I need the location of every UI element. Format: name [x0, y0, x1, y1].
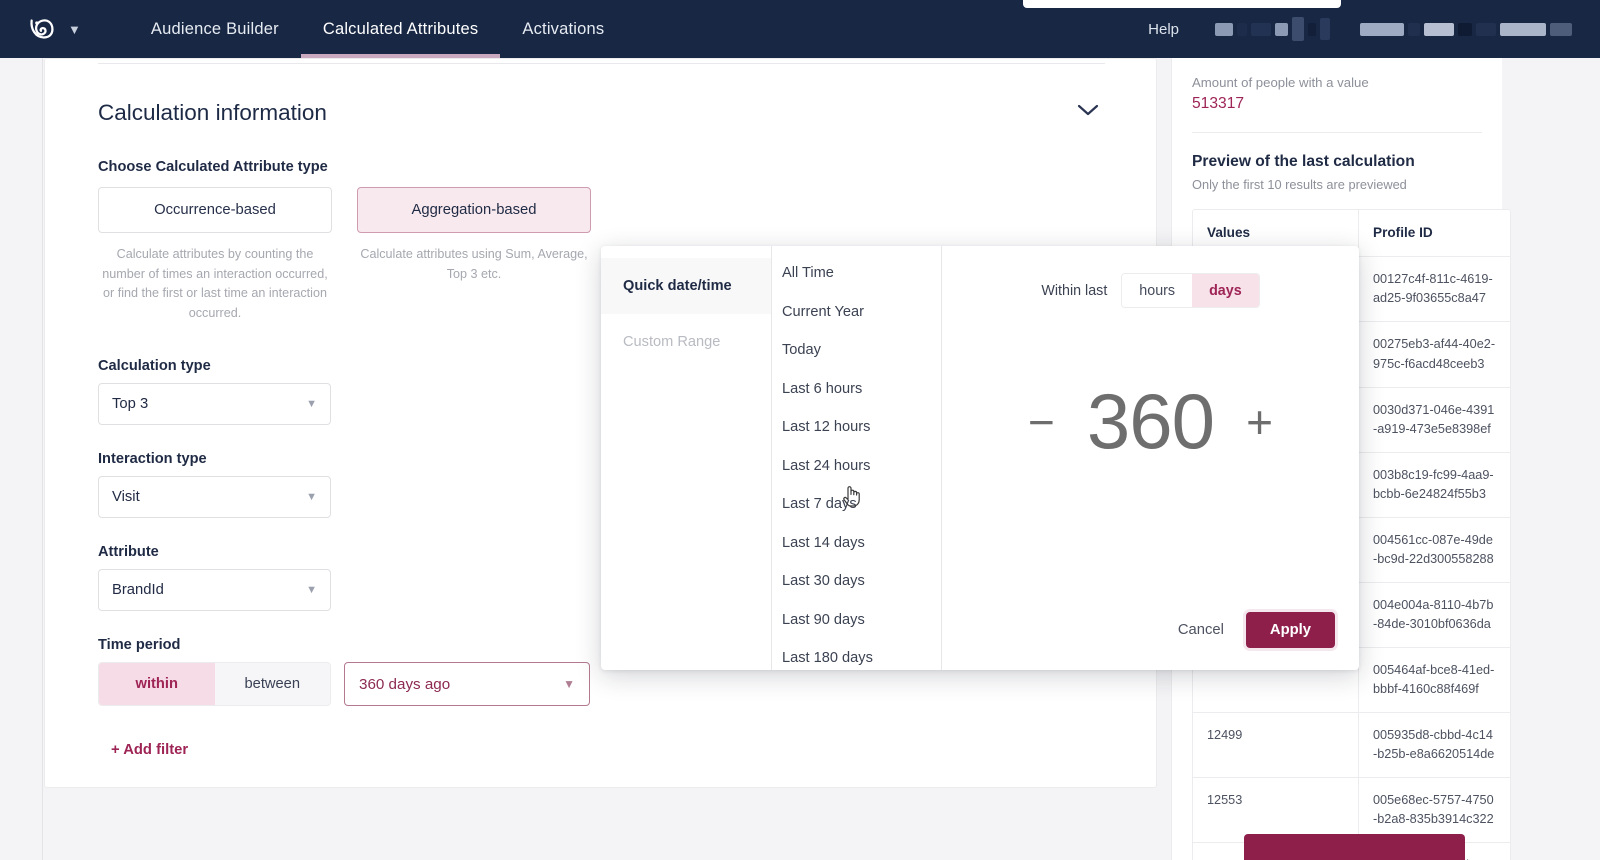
owl-logo-icon: [30, 19, 54, 39]
within-last-row: Within last hours days: [942, 273, 1359, 308]
quick-option-current-year[interactable]: Current Year: [772, 293, 941, 332]
value-stepper: − 360 +: [942, 376, 1359, 467]
nav-tab-label: Calculated Attributes: [322, 19, 479, 38]
nav-tab-label: Audience Builder: [150, 19, 279, 38]
attribute-select[interactable]: BrandId ▼: [98, 569, 331, 612]
cell-profile-id: 004561cc-087e-49de-bc9d-22d300558288: [1373, 532, 1494, 566]
attribute-type-option-aggregation: Aggregation-based Calculate attributes u…: [357, 187, 591, 323]
interaction-type-value: Visit: [112, 489, 140, 506]
decrement-button[interactable]: −: [1028, 399, 1055, 445]
increment-button[interactable]: +: [1246, 399, 1273, 445]
brand-chevron-down-icon[interactable]: ▼: [68, 22, 81, 37]
popover-value-editor: Within last hours days − 360 + Cancel Ap…: [942, 246, 1359, 670]
unit-option-hours[interactable]: hours: [1122, 274, 1193, 307]
quick-option-last-24-hours[interactable]: Last 24 hours: [772, 447, 941, 486]
date-range-value: 360 days ago: [359, 675, 451, 693]
attribute-value: BrandId: [112, 582, 164, 599]
redacted-account-block-2: [1360, 22, 1572, 36]
add-filter-button[interactable]: + Add filter: [111, 742, 1146, 758]
chevron-down-icon: ▼: [306, 584, 317, 597]
date-range-select[interactable]: 360 days ago ▼: [344, 662, 590, 707]
brand[interactable]: ▼: [26, 14, 81, 44]
popover-actions: Cancel Apply: [1178, 612, 1335, 648]
collapse-section-chevron-down-icon[interactable]: [1071, 98, 1105, 128]
cell-profile-id: 00127c4f-811c-4619-ad25-9f03655c8a47: [1373, 272, 1493, 306]
chevron-down-icon: ▼: [306, 398, 317, 411]
redacted-account-block-1: [1215, 17, 1330, 41]
nav-right-area: Help: [1148, 17, 1572, 41]
popover-mode-quick-date-time[interactable]: Quick date/time: [601, 258, 771, 314]
cell-profile-id: 005464af-bce8-41ed-bbbf-4160c88f469f: [1373, 662, 1495, 696]
help-link[interactable]: Help: [1148, 21, 1179, 38]
aggregation-based-button[interactable]: Aggregation-based: [357, 187, 591, 233]
preview-title: Preview of the last calculation: [1192, 153, 1415, 170]
column-header-profile-id: Profile ID: [1373, 225, 1433, 240]
attribute-type-label: Choose Calculated Attribute type: [98, 159, 328, 175]
cell-profile-id: 0030d371-046e-4391-a919-473e5e8398ef: [1373, 402, 1495, 436]
app-screen: ▼ Audience Builder Calculated Attributes…: [0, 0, 1600, 860]
nav-tab-calculated-attributes[interactable]: Calculated Attributes: [300, 0, 501, 58]
amount-of-people-value: 513317: [1192, 95, 1245, 112]
quick-option-last-6-hours[interactable]: Last 6 hours: [772, 370, 941, 409]
time-period-toggle: within between: [98, 662, 331, 707]
unit-option-days[interactable]: days: [1192, 274, 1259, 307]
page-title: Calculation information: [98, 100, 327, 125]
quick-option-last-90-days[interactable]: Last 90 days: [772, 601, 941, 640]
table-row[interactable]: 12499 005935d8-cbbd-4c14-b25b-e8a6620514…: [1193, 713, 1510, 779]
occurrence-based-button[interactable]: Occurrence-based: [98, 187, 332, 233]
nav-tab-audience-builder[interactable]: Audience Builder: [129, 0, 301, 58]
card-top-divider: [98, 63, 1105, 64]
stepper-value[interactable]: 360: [1087, 376, 1215, 467]
unit-toggle: hours days: [1121, 273, 1260, 308]
section-header: Calculation information: [98, 98, 1105, 128]
quick-option-last-180-days[interactable]: Last 180 days: [772, 639, 941, 670]
nav-tab-activations[interactable]: Activations: [500, 0, 626, 58]
aggregation-based-description: Calculate attributes using Sum, Average,…: [360, 247, 588, 281]
quick-option-last-12-hours[interactable]: Last 12 hours: [772, 408, 941, 447]
nav-tabs: Audience Builder Calculated Attributes A…: [129, 0, 627, 58]
left-rail: [0, 58, 43, 860]
aggregation-based-label: Aggregation-based: [411, 202, 537, 218]
chevron-down-icon: ▼: [306, 491, 317, 504]
time-period-within-option[interactable]: within: [99, 663, 215, 706]
cell-value: 12553: [1193, 778, 1359, 843]
top-navbar: ▼ Audience Builder Calculated Attributes…: [0, 0, 1600, 58]
preview-subtitle: Only the first 10 results are previewed: [1192, 177, 1407, 192]
nav-tab-label: Activations: [522, 19, 605, 38]
quick-option-last-14-days[interactable]: Last 14 days: [772, 524, 941, 563]
navbar-white-notch: [1023, 0, 1341, 8]
quick-option-all-time[interactable]: All Time: [772, 254, 941, 293]
popover-mode-list: Quick date/time Custom Range: [601, 246, 772, 670]
time-period-between-option[interactable]: between: [214, 663, 330, 706]
cell-profile-id: 005935d8-cbbd-4c14-b25b-e8a6620514de: [1373, 728, 1495, 762]
calculation-type-value: Top 3: [112, 396, 149, 413]
attribute-type-option-occurrence: Occurrence-based Calculate attributes by…: [98, 187, 332, 323]
cell-value: 12499: [1193, 713, 1359, 778]
cell-profile-id: 00275eb3-af44-40e2-975c-f6acd48ceeb3: [1373, 337, 1496, 371]
cell-profile-id: 003b8c19-fc99-4aa9-bcbb-6e24824f55b3: [1373, 467, 1494, 501]
quick-option-last-7-days[interactable]: Last 7 days: [772, 485, 941, 524]
occurrence-based-label: Occurrence-based: [154, 202, 276, 218]
occurrence-based-description: Calculate attributes by counting the num…: [102, 247, 328, 320]
cell-profile-id: 005e68ec-5757-4750-b2a8-835b3914c322: [1373, 793, 1494, 827]
cell-profile-id: 004e004a-8110-4b7b-84de-3010bf0636da: [1373, 597, 1494, 631]
calculation-type-select[interactable]: Top 3 ▼: [98, 383, 331, 426]
cancel-button[interactable]: Cancel: [1178, 622, 1224, 638]
popover-mode-custom-range[interactable]: Custom Range: [601, 314, 771, 370]
within-last-label: Within last: [1041, 282, 1108, 299]
quick-option-last-30-days[interactable]: Last 30 days: [772, 562, 941, 601]
calculate-button[interactable]: [1244, 834, 1465, 860]
chevron-down-icon: ▼: [563, 677, 575, 692]
apply-button[interactable]: Apply: [1245, 612, 1335, 648]
date-picker-popover: Quick date/time Custom Range All Time Cu…: [601, 246, 1359, 670]
panel-divider: [1192, 132, 1482, 133]
amount-of-people-label: Amount of people with a value: [1192, 75, 1369, 90]
quick-date-options-list[interactable]: All Time Current Year Today Last 6 hours…: [772, 246, 942, 670]
interaction-type-select[interactable]: Visit ▼: [98, 476, 331, 519]
quick-option-today[interactable]: Today: [772, 331, 941, 370]
